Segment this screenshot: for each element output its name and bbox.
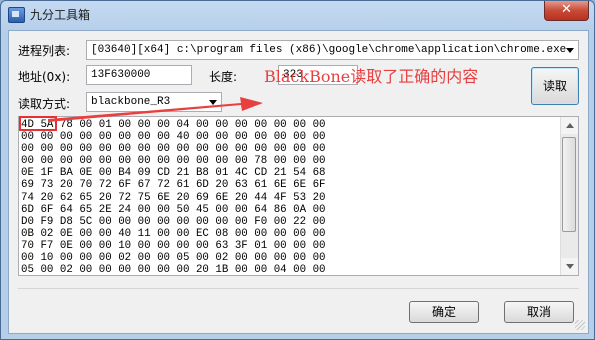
app-window: 九分工具箱 ✕ 进程列表: [03640][x64] c:\program fi… bbox=[0, 0, 595, 340]
annotation-text: BlackBone读取了正确的内容 bbox=[264, 67, 479, 86]
arrow-right-icon bbox=[48, 97, 263, 122]
annotation-arrow bbox=[48, 97, 263, 122]
